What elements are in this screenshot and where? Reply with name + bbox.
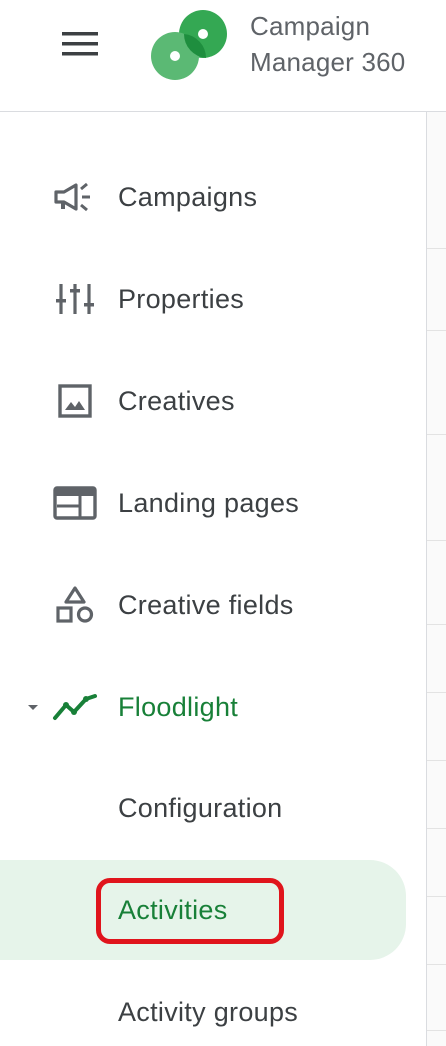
product-name-line2: Manager 360 [250,47,406,77]
sidebar-item-label: Creative fields [118,590,294,620]
megaphone-icon [50,179,100,215]
sidebar-item-landing-pages[interactable]: Landing pages [0,471,410,535]
campaign-manager-logo[interactable] [148,4,230,86]
sidebar-nav: Campaigns Properties Creatives Landing p… [0,112,426,1046]
product-name: Campaign Manager 360 [250,8,446,80]
content-area-edge [426,112,446,1046]
app-header: Campaign Manager 360 [0,0,446,112]
sidebar-item-floodlight[interactable]: Floodlight [0,675,410,739]
sidebar-subitem-activity-groups[interactable]: Activity groups [0,977,410,1046]
sidebar-item-label: Floodlight [118,692,239,722]
sliders-icon [50,281,100,317]
sidebar-item-label: Campaigns [118,182,258,212]
main-menu-button[interactable] [52,24,108,64]
sidebar-item-label: Creatives [118,386,235,416]
sidebar-subitem-activities[interactable]: Activities [0,860,406,960]
sidebar-subitem-label: Activities [118,895,228,925]
sidebar-item-properties[interactable]: Properties [0,267,410,331]
sidebar-subitem-label: Configuration [118,793,283,823]
product-name-line1: Campaign [250,11,371,41]
caret-down-icon[interactable] [24,701,42,713]
sidebar-item-label: Properties [118,284,245,314]
sidebar-subitem-label: Activity groups [118,997,299,1027]
web-page-icon [50,485,100,521]
sidebar-subitem-configuration[interactable]: Configuration [0,773,410,843]
shapes-icon [50,586,100,623]
sidebar-item-creative-fields[interactable]: Creative fields [0,573,410,637]
image-icon [50,383,100,419]
sidebar-item-creatives[interactable]: Creatives [0,369,410,433]
trending-line-icon [50,689,100,725]
hamburger-menu-icon [62,32,98,56]
sidebar-item-label: Landing pages [118,488,300,518]
sidebar-item-campaigns[interactable]: Campaigns [0,165,410,229]
